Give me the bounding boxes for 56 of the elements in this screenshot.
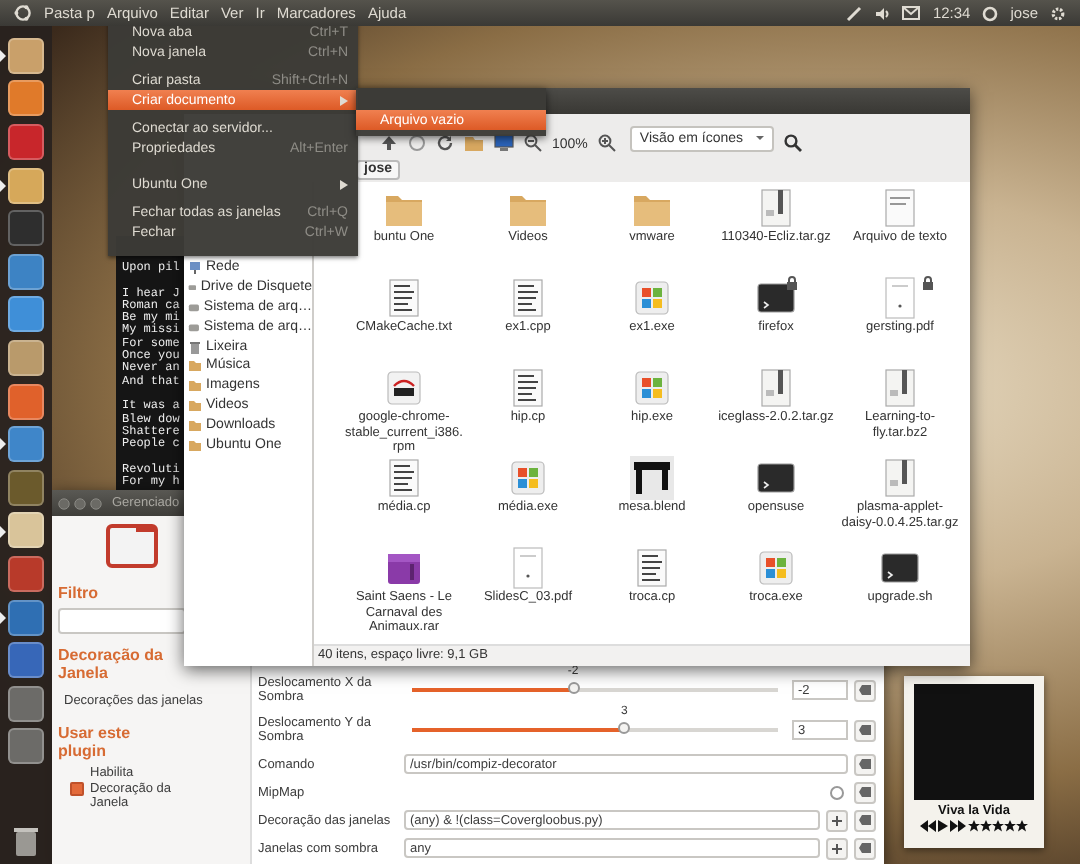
reset-button[interactable] <box>854 809 876 831</box>
maximize-button[interactable] <box>90 497 102 509</box>
up-arrow-icon[interactable] <box>380 134 398 152</box>
add-button[interactable] <box>826 837 848 859</box>
network-icon <box>188 260 202 275</box>
speaker-icon[interactable] <box>874 5 891 21</box>
clear-icon <box>858 842 872 854</box>
play-icon[interactable] <box>938 820 948 832</box>
slider-thumb[interactable] <box>618 722 631 734</box>
exe-file-icon <box>630 276 674 320</box>
previous-icon[interactable] <box>920 820 936 832</box>
reset-button[interactable] <box>854 781 876 803</box>
search-icon[interactable] <box>783 134 802 152</box>
reset-button[interactable] <box>854 837 876 859</box>
next-icon[interactable] <box>950 820 966 832</box>
trash-icon[interactable] <box>12 826 40 858</box>
zoom-in-icon[interactable] <box>597 134 616 152</box>
pen-icon[interactable] <box>846 5 863 21</box>
section-heading: Filtro <box>58 584 100 602</box>
ubuntu-logo-icon[interactable] <box>14 4 32 22</box>
window-icon <box>106 524 158 568</box>
exe-file-icon <box>754 546 798 590</box>
clear-icon <box>858 786 872 798</box>
package-file-icon <box>382 366 426 410</box>
status-icon[interactable] <box>982 5 999 21</box>
filter-field[interactable] <box>58 608 186 634</box>
stop-icon[interactable] <box>408 134 426 152</box>
add-button[interactable] <box>826 809 848 831</box>
trash-icon <box>188 339 202 354</box>
submenu-arrow-icon <box>340 95 348 105</box>
exe-file-icon <box>630 366 674 410</box>
plus-icon <box>832 843 842 853</box>
reset-button[interactable] <box>854 753 876 775</box>
clear-icon <box>858 814 872 826</box>
close-button[interactable] <box>58 497 70 509</box>
zoom-out-icon[interactable] <box>524 134 542 152</box>
checkbox[interactable] <box>70 781 84 796</box>
clear-icon <box>858 684 872 696</box>
mail-icon[interactable] <box>902 6 921 20</box>
plugin-title: Decoração da Janela <box>58 646 165 682</box>
image-thumbnail <box>629 456 674 500</box>
submenu-arrow-icon <box>340 179 348 189</box>
star-rating[interactable] <box>968 820 1028 832</box>
reload-icon[interactable] <box>436 134 454 152</box>
plus-icon <box>832 815 842 825</box>
exe-file-icon <box>506 456 550 500</box>
gear-icon[interactable] <box>1050 5 1066 21</box>
clear-icon <box>858 758 872 770</box>
slider-thumb[interactable] <box>567 682 580 694</box>
section-heading: Usar este plugin <box>58 724 133 760</box>
reset-button[interactable] <box>854 719 876 741</box>
album-art-placeholder <box>914 684 1034 800</box>
minimize-button[interactable] <box>74 497 86 509</box>
clear-icon <box>858 724 872 736</box>
checkbox[interactable] <box>830 785 844 799</box>
reset-button[interactable] <box>854 679 876 701</box>
